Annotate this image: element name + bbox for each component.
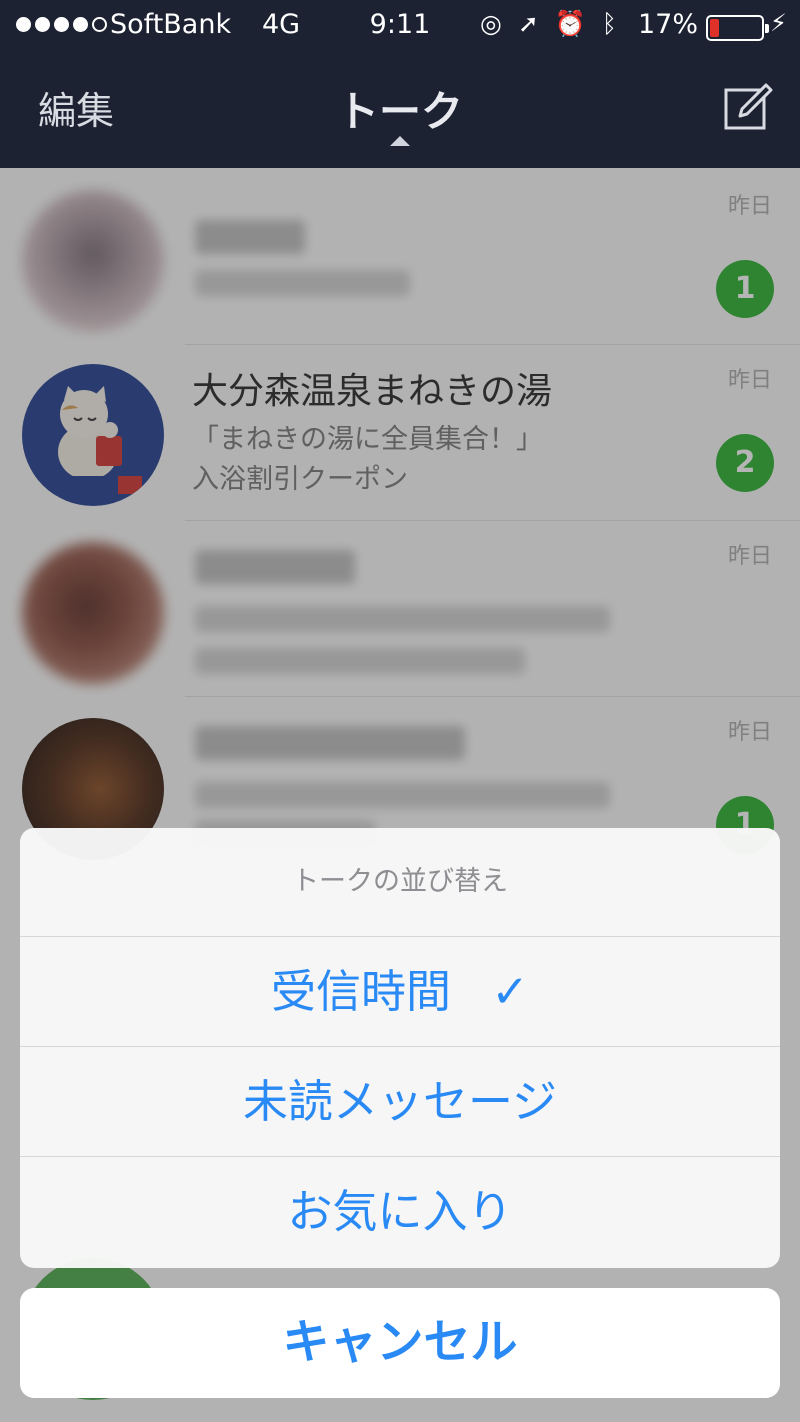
battery-percent: 17%: [638, 9, 699, 40]
page-title[interactable]: トーク: [0, 78, 800, 139]
sort-option-favorites[interactable]: お気に入り: [20, 1156, 780, 1266]
navigation-bar: 編集 トーク: [0, 60, 800, 160]
compose-icon[interactable]: [722, 82, 774, 134]
status-icons: ◎ ➚ ⏰ ᛒ: [480, 9, 617, 39]
option-label: 未読メッセージ: [242, 1075, 558, 1128]
sort-action-sheet: トークの並び替え 受信時間 ✓ 未読メッセージ お気に入り: [20, 828, 780, 1268]
battery-level-fill: [710, 19, 720, 37]
option-label: お気に入り: [287, 1185, 513, 1238]
sort-option-received-time[interactable]: 受信時間 ✓: [20, 936, 780, 1046]
battery-icon: [706, 15, 769, 41]
top-bar: SoftBank 4G 9:11 ◎ ➚ ⏰ ᛒ 17% ⚡ 編集 トーク: [0, 0, 800, 168]
option-label: 受信時間: [270, 965, 451, 1018]
caret-up-icon: [390, 136, 410, 146]
sort-option-unread[interactable]: 未読メッセージ: [20, 1046, 780, 1156]
charging-bolt-icon: ⚡: [770, 9, 787, 37]
checkmark-icon: ✓: [491, 965, 530, 1018]
cancel-button[interactable]: キャンセル: [20, 1288, 780, 1398]
orientation-lock-icon: ◎: [480, 9, 502, 38]
sheet-title: トークの並び替え: [292, 866, 508, 897]
status-bar: SoftBank 4G 9:11 ◎ ➚ ⏰ ᛒ 17% ⚡: [0, 0, 800, 52]
bluetooth-icon: ᛒ: [601, 9, 617, 38]
location-arrow-icon: ➚: [517, 9, 539, 38]
alarm-clock-icon: ⏰: [554, 9, 586, 38]
